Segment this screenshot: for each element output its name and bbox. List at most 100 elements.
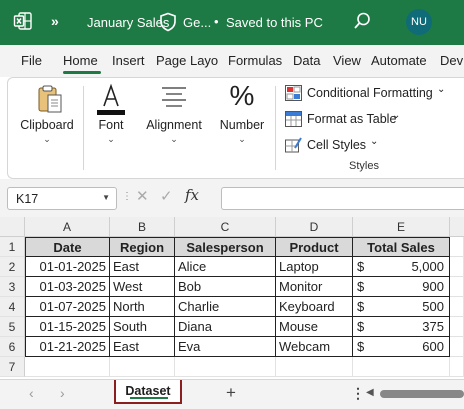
tab-file[interactable]: File [21, 53, 42, 68]
date-cell[interactable]: 01-01-2025 [25, 257, 110, 277]
sheet-tabs-bar: ‹ › Dataset + ⋮ ◀ [0, 379, 464, 409]
column-header-partial[interactable] [450, 217, 464, 237]
chevron-down-icon[interactable]: ▼ [102, 193, 110, 202]
name-box[interactable]: K17 ▼ [7, 187, 117, 210]
total-sales-cell[interactable]: $5,000 [353, 257, 450, 277]
column-header[interactable]: B [110, 217, 175, 237]
sensitivity-label[interactable]: Ge... [183, 15, 211, 30]
table-header-cell[interactable]: Product [276, 237, 353, 257]
table-header-cell[interactable]: Region [110, 237, 175, 257]
file-name[interactable]: January Sales [87, 15, 169, 30]
total-sales-cell[interactable]: $900 [353, 277, 450, 297]
row-header[interactable]: 4 [0, 297, 25, 317]
empty-cell[interactable] [175, 357, 276, 377]
currency-symbol: $ [357, 299, 365, 314]
row-header[interactable]: 2 [0, 257, 25, 277]
region-cell[interactable]: South [110, 317, 175, 337]
region-cell[interactable]: East [110, 257, 175, 277]
empty-cell[interactable] [450, 257, 464, 277]
column-header[interactable]: E [353, 217, 450, 237]
product-cell[interactable]: Webcam [276, 337, 353, 357]
insert-function-button[interactable]: fx [185, 186, 199, 204]
row-header[interactable]: 1 [0, 237, 25, 257]
font-color-icon [97, 83, 125, 115]
add-sheet-button[interactable]: + [226, 383, 236, 403]
product-cell[interactable]: Mouse [276, 317, 353, 337]
select-all-corner[interactable] [0, 217, 25, 237]
styles-group-label: Styles [349, 160, 379, 172]
product-cell[interactable]: Laptop [276, 257, 353, 277]
table-header-cell[interactable]: Salesperson [175, 237, 276, 257]
search-icon[interactable] [352, 11, 372, 31]
column-header[interactable]: C [175, 217, 276, 237]
number-label: Number [219, 118, 265, 132]
salesperson-cell[interactable]: Alice [175, 257, 276, 277]
tab-developer[interactable]: Dev [440, 53, 463, 68]
salesperson-cell[interactable]: Bob [175, 277, 276, 297]
chevron-down-icon: ⌄ [370, 136, 379, 147]
empty-cell[interactable] [450, 277, 464, 297]
row-header[interactable]: 7 [0, 357, 25, 377]
sheet-tab-dataset[interactable]: Dataset [114, 380, 182, 404]
empty-cell[interactable] [450, 357, 464, 377]
percent-icon: % [229, 80, 255, 111]
chevron-down-icon: ⌄ [238, 134, 246, 144]
product-cell[interactable]: Keyboard [276, 297, 353, 317]
empty-cell[interactable] [450, 317, 464, 337]
sensitivity-shield-icon[interactable] [159, 12, 177, 32]
row-header[interactable]: 3 [0, 277, 25, 297]
formula-bar: K17 ▼ ⋮ ✕ ✓ fx [0, 179, 464, 217]
date-cell[interactable]: 01-21-2025 [25, 337, 110, 357]
formula-input[interactable] [221, 187, 464, 210]
overflow-chevron-button[interactable]: » [51, 13, 59, 29]
total-sales-cell[interactable]: $500 [353, 297, 450, 317]
ribbon-tabs: File Home Insert Page Layo Formulas Data… [0, 45, 464, 77]
empty-cell[interactable] [450, 297, 464, 317]
total-sales-cell[interactable]: $600 [353, 337, 450, 357]
region-cell[interactable]: East [110, 337, 175, 357]
empty-cell[interactable] [25, 357, 110, 377]
date-cell[interactable]: 01-15-2025 [25, 317, 110, 337]
empty-cell[interactable] [450, 237, 464, 257]
save-status[interactable]: Saved to this PC [226, 15, 323, 30]
salesperson-cell[interactable]: Diana [175, 317, 276, 337]
scroll-right-icon[interactable]: › [60, 385, 65, 401]
grip-dots-icon[interactable]: ⋮ [122, 191, 132, 202]
tab-formulas[interactable]: Formulas [228, 53, 282, 68]
row-header[interactable]: 5 [0, 317, 25, 337]
table-header-cell[interactable]: Total Sales [353, 237, 450, 257]
excel-logo-icon[interactable] [13, 11, 33, 31]
horizontal-scrollbar[interactable]: ◀ [362, 387, 464, 401]
user-avatar[interactable]: NU [406, 9, 432, 35]
product-cell[interactable]: Monitor [276, 277, 353, 297]
worksheet-grid[interactable]: A B C D E 1 2 3 4 5 6 7 Date Region Salesp… [0, 217, 464, 379]
salesperson-cell[interactable]: Eva [175, 337, 276, 357]
region-cell[interactable]: West [110, 277, 175, 297]
tab-page-layout[interactable]: Page Layo [156, 53, 218, 68]
amount-value: 375 [422, 319, 444, 334]
table-header-cell[interactable]: Date [25, 237, 110, 257]
tab-data[interactable]: Data [293, 53, 320, 68]
tab-insert[interactable]: Insert [112, 53, 145, 68]
scroll-left-arrow-icon[interactable]: ◀ [366, 387, 374, 398]
tab-automate[interactable]: Automate [371, 53, 427, 68]
scroll-left-icon[interactable]: ‹ [29, 385, 34, 401]
column-header[interactable]: D [276, 217, 353, 237]
date-cell[interactable]: 01-07-2025 [25, 297, 110, 317]
row-header[interactable]: 6 [0, 337, 25, 357]
empty-cell[interactable] [450, 337, 464, 357]
total-sales-cell[interactable]: $375 [353, 317, 450, 337]
enter-check-icon[interactable]: ✓ [160, 187, 173, 205]
tab-home[interactable]: Home [63, 53, 98, 68]
empty-cell[interactable] [110, 357, 175, 377]
ribbon-divider [83, 86, 84, 170]
empty-cell[interactable] [276, 357, 353, 377]
tab-view[interactable]: View [333, 53, 361, 68]
salesperson-cell[interactable]: Charlie [175, 297, 276, 317]
cancel-icon[interactable]: ✕ [136, 187, 149, 205]
region-cell[interactable]: North [110, 297, 175, 317]
empty-cell[interactable] [353, 357, 450, 377]
column-header[interactable]: A [25, 217, 110, 237]
scrollbar-thumb[interactable] [380, 390, 464, 398]
date-cell[interactable]: 01-03-2025 [25, 277, 110, 297]
